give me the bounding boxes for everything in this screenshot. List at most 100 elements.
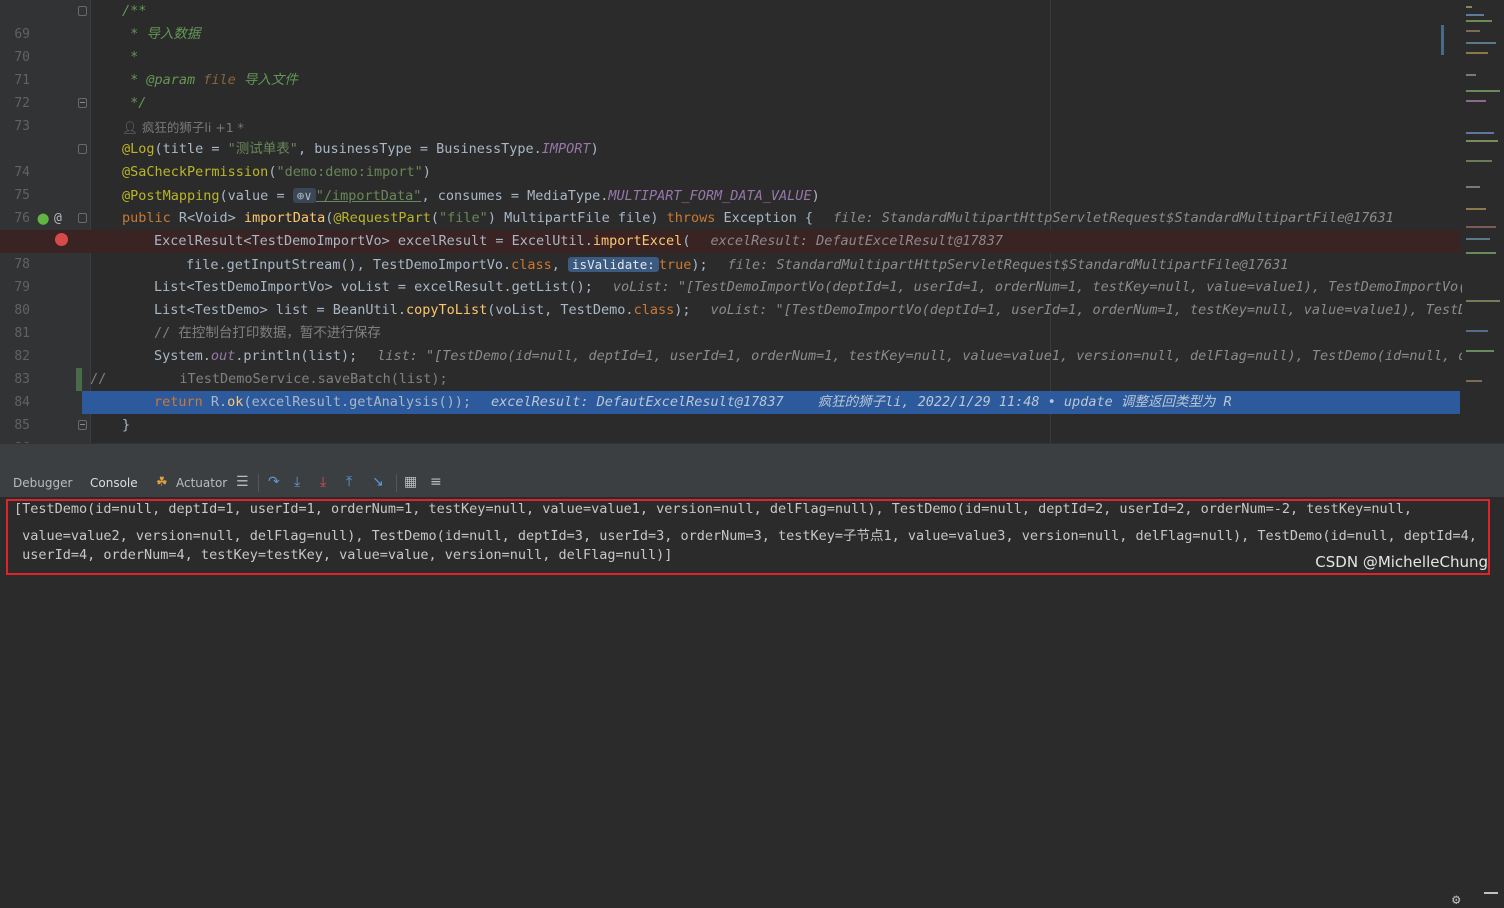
editor-scrollbar[interactable] [1441,25,1444,55]
fold-icon[interactable] [78,420,87,430]
code-token: ExcelResult<TestDemoImportVo> excelResul… [154,233,593,249]
actuator-icon: ☘ [156,475,168,490]
minimap-mark [1466,208,1486,210]
minimap-mark [1466,52,1488,54]
code-line-70[interactable]: 70 * 导入数据 [0,23,1460,65]
string-literal: "demo:demo:import" [276,164,423,180]
fold-icon[interactable] [78,144,87,154]
code-line-78[interactable]: 78 ExcelResult<TestDemoImportVo> excelRe… [0,230,1460,272]
url-mapping-link[interactable]: "/importData" [316,188,422,204]
minimap[interactable] [1462,0,1504,443]
code-line-73[interactable]: 73 */ [0,92,1460,134]
code-comment: // iTestDemoService.saveBatch(list); [90,371,448,387]
code-token: (value = [219,188,293,204]
author-hint[interactable]: 👤︎ 疯狂的狮子li +1 * [122,117,244,137]
minimap-mark [1466,380,1482,382]
debug-value-hint: voList: "[TestDemoImportVo(deptId=1, use… [710,302,1483,318]
web-icon[interactable]: ⊕∨ [292,188,316,203]
annotation: @RequestPart [333,210,431,226]
table-icon[interactable]: ▦ [404,474,417,490]
code-line-72[interactable]: 72 * @param file 导入文件 [0,69,1460,111]
method-name: ok [227,394,244,410]
step-into-icon[interactable]: ⤓ [294,474,300,490]
code-line-81[interactable]: 81 List<TestDemo> list = BeanUtil.copyTo… [0,299,1482,341]
minimap-mark [1466,238,1490,240]
code-line-69[interactable]: 69 /** [0,0,1460,42]
code-text: public R<Void> importData(@RequestPart("… [122,207,1394,230]
console-output[interactable]: [TestDemo(id=null, deptId=1, userId=1, o… [0,497,1504,583]
breakpoint-icon[interactable] [55,233,68,246]
annotation: @SaCheckPermission [122,164,269,180]
tab-actuator[interactable]: Actuator [176,476,227,490]
at-icon[interactable]: @ [54,207,62,230]
minimap-mark [1466,42,1496,44]
code-line-76[interactable]: 76 @PostMapping(value = ⊕∨ "/importData",… [0,184,1460,226]
method-name: copyToList [405,302,488,318]
code-line-74[interactable]: 74 @Log(title = "测试单表", businessType = B… [0,138,1460,180]
string-literal: "file" [439,210,488,226]
watermark: CSDN @MichelleChung [1315,553,1488,571]
code-text: * [122,49,139,65]
code-token: (voList, TestDemo. [487,302,634,318]
minimap-mark [1466,140,1498,142]
gear-icon[interactable]: ⚙ [1452,892,1460,908]
force-step-into-icon[interactable]: ⤓ [320,474,326,490]
fold-icon[interactable] [78,213,87,223]
minimap-mark [1466,6,1472,8]
code-line-83[interactable]: 83 System.out.println(list); list: "[Test… [0,345,1482,387]
fold-icon[interactable] [78,6,87,16]
code-text: ExcelResult<TestDemoImportVo> excelResul… [154,230,1003,253]
code-line-82[interactable]: 82 // 在控制台打印数据，暂不进行保存 [0,322,1460,364]
minimap-mark [1466,100,1486,102]
code-line-84[interactable]: 84 // iTestDemoService.saveBatch(list); [0,368,1460,410]
parameter-name-hint: isValidate: [568,257,659,272]
annotation: @PostMapping [122,188,220,204]
code-token: file.getInputStream(), TestDemoImportVo. [186,257,512,273]
code-token: ) MultipartFile file) [487,210,667,226]
code-line-86[interactable]: 86 } [0,414,1460,443]
minimap-mark [1466,74,1476,76]
code-editor[interactable]: 69 /** 70 * 导入数据 71 * 72 * @param file 导… [0,0,1504,443]
code-token: List<TestDemo> list = BeanUtil. [154,302,406,318]
keyword: class [633,302,675,318]
javadoc-text: 导入文件 [235,72,298,88]
debug-toolbar: Debugger Console ☘ Actuator ☰ ↷ ⤓ ⤓ ⤒ ↘ … [0,469,1504,498]
git-blame-hint: 疯狂的狮子li, 2022/1/29 11:48 • update 调整返回类型… [817,394,1232,410]
code-line-71[interactable]: 71 * [0,46,1460,88]
code-text: } [122,417,131,433]
minimap-mark [1466,30,1480,32]
minimap-mark [1466,330,1488,332]
constant: MULTIPART_FORM_DATA_VALUE [608,188,812,204]
tab-console[interactable]: Console [90,476,138,490]
code-line-79[interactable]: 79 file.getInputStream(), TestDemoImport… [0,253,1460,295]
code-token: , [551,257,569,273]
vcs-change-marker[interactable] [76,368,82,391]
code-text: System.out.println(list); list: "[TestDem… [154,345,1483,368]
annotation: @Log [122,141,155,157]
fold-icon[interactable] [78,98,87,108]
keyword: class [511,257,552,273]
code-token: List<TestDemoImportVo> voList = excelRes… [154,279,593,295]
debug-value-hint: file: StandardMultipartHttpServletReques… [832,210,1394,226]
code-line-85[interactable]: 85 return R.ok(excelResult.getAnalysis()… [0,391,1460,433]
run-to-cursor-icon[interactable]: ↘ [372,474,384,490]
line-number: 73 [14,119,30,134]
tab-debugger[interactable]: Debugger [13,476,72,490]
more-icon[interactable]: ≡ [430,474,442,490]
console-line-2: value=value2, version=null, delFlag=null… [14,528,1477,544]
code-text: @PostMapping(value = ⊕∨ "/importData", co… [122,184,820,207]
code-line-77[interactable]: 77 ⬤ @ public R<Void> importData(@Reques… [0,207,1460,249]
minimap-mark [1466,132,1494,134]
step-over-icon[interactable]: ↷ [268,474,280,490]
bean-icon[interactable]: ⬤ [37,207,49,230]
console-line-1: [TestDemo(id=null, deptId=1, userId=1, o… [14,501,1412,517]
menu-icon[interactable]: ☰ [236,474,249,490]
code-text: List<TestDemoImportVo> voList = excelRes… [154,276,1483,299]
minimize-icon[interactable] [1484,892,1498,894]
step-out-icon[interactable]: ⤒ [346,474,352,490]
code-line-80[interactable]: 80 List<TestDemoImportVo> voList = excel… [0,276,1482,318]
code-text: @Log(title = "测试单表", businessType = Busi… [122,138,599,161]
code-line-75[interactable]: 75 @SaCheckPermission("demo:demo:import"… [0,161,1460,203]
keyword: true [658,257,692,273]
code-token: .println(list); [235,348,358,364]
